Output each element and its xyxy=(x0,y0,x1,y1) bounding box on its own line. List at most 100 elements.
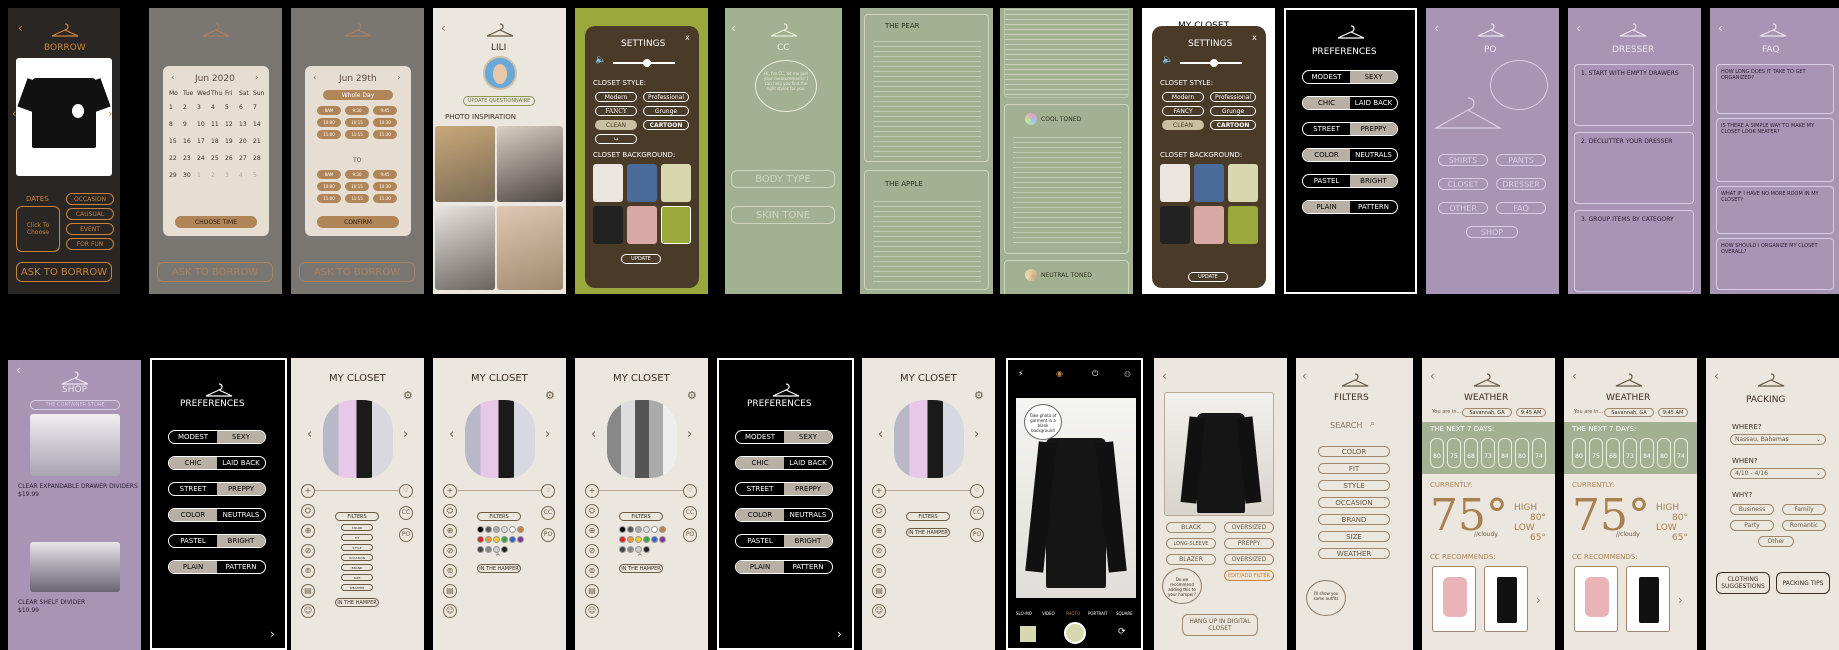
time-slot[interactable]: 11:30 xyxy=(373,130,397,139)
side-icon-r-0[interactable]: ♡ xyxy=(683,484,697,498)
option-right[interactable]: PREPPY xyxy=(217,483,265,495)
filter-option[interactable]: OCCASION xyxy=(1318,497,1390,508)
calendar-day[interactable]: 29 xyxy=(169,172,177,179)
skin-tone-button[interactable]: SKIN TONE xyxy=(731,206,835,224)
forfun-button[interactable]: FOR FUN xyxy=(66,238,114,250)
option-left[interactable]: PASTEL xyxy=(1303,175,1350,187)
color-swatch[interactable] xyxy=(643,536,650,543)
option-right[interactable]: PATTERN xyxy=(1350,201,1397,213)
option-right[interactable]: BRIGHT xyxy=(217,535,265,547)
gear-icon[interactable]: ⚙ xyxy=(545,390,555,401)
preference-toggle[interactable]: MODEST SEXY xyxy=(168,430,266,444)
style-fancy[interactable]: FANCY xyxy=(1162,106,1204,116)
recommend-bottom[interactable] xyxy=(1626,566,1670,632)
preference-toggle[interactable]: PASTEL BRIGHT xyxy=(1302,174,1398,188)
color-swatch[interactable] xyxy=(501,536,508,543)
preference-toggle[interactable]: STREET PREPPY xyxy=(168,482,266,496)
option-left[interactable]: CHIC xyxy=(169,457,217,469)
calendar-day[interactable]: 8 xyxy=(169,121,173,128)
preference-toggle[interactable]: CHIC LAID BACK xyxy=(735,456,833,470)
hamper-button[interactable]: IN THE HAMPER xyxy=(335,598,379,607)
time-slot[interactable]: 10:00 xyxy=(317,118,341,127)
time-slot[interactable]: 9:45 xyxy=(373,170,397,179)
filter-option[interactable]: WEATHER xyxy=(341,584,373,591)
side-icon-0[interactable]: + xyxy=(585,484,599,498)
color-swatch[interactable] xyxy=(627,536,634,543)
warm-card[interactable] xyxy=(1004,8,1129,98)
filter-option[interactable]: COLOR xyxy=(1318,446,1390,457)
causual-button[interactable]: CAUSUAL xyxy=(66,208,114,220)
color-swatch[interactable] xyxy=(619,526,626,533)
dresser-button[interactable]: DRESSER xyxy=(1496,178,1546,190)
calendar-day[interactable]: 4 xyxy=(239,172,243,179)
side-icon-r-2[interactable]: PO xyxy=(399,528,413,542)
time-slot[interactable]: 11:15 xyxy=(345,130,369,139)
option-left[interactable]: COLOR xyxy=(1303,149,1350,161)
calendar-day[interactable]: 17 xyxy=(197,138,205,145)
next-icon[interactable]: › xyxy=(108,108,112,119)
calendar-day[interactable]: 7 xyxy=(253,104,257,111)
ask-to-borrow-button[interactable]: ASK TO BORROW xyxy=(299,262,415,282)
recommend-bottom[interactable] xyxy=(1484,566,1528,632)
close-icon[interactable]: x xyxy=(1252,34,1257,42)
closet-button[interactable]: CLOSET xyxy=(1438,178,1488,190)
time-slot[interactable]: 10:30 xyxy=(373,118,397,127)
thumbnail[interactable] xyxy=(1020,626,1036,642)
volume-slider[interactable] xyxy=(1180,59,1242,67)
calendar-day[interactable]: 16 xyxy=(183,138,191,145)
clothing-rack[interactable] xyxy=(465,400,535,478)
color-swatch[interactable] xyxy=(485,536,492,543)
whole-day-button[interactable]: Whole Day xyxy=(323,90,393,100)
filter-option[interactable]: COLOR xyxy=(341,524,373,531)
back-icon[interactable]: ‹ xyxy=(1434,22,1439,34)
side-icon-r-2[interactable]: PO xyxy=(683,528,697,542)
side-icon-r-2[interactable]: PO xyxy=(541,528,555,542)
side-icon-1[interactable]: ⛭ xyxy=(301,504,315,518)
side-icon-5[interactable]: ▤ xyxy=(872,584,886,598)
option-left[interactable]: STREET xyxy=(736,483,784,495)
neutral-card[interactable]: NEUTRAL TONED xyxy=(1004,260,1129,294)
tag-oversized-2[interactable]: OVERSIZED xyxy=(1224,554,1274,565)
filter-option[interactable]: SIZE xyxy=(341,574,373,581)
next-icon[interactable]: › xyxy=(974,428,979,441)
bg-swatch-pink[interactable] xyxy=(627,206,657,244)
next-icon[interactable]: › xyxy=(270,628,275,640)
style-grunge[interactable]: Grunge xyxy=(1210,106,1256,116)
tag-oversized[interactable]: OVERSIZED xyxy=(1224,522,1274,533)
bg-swatch-denim[interactable] xyxy=(627,164,657,202)
preference-toggle[interactable]: CHIC LAID BACK xyxy=(168,456,266,470)
calendar-day[interactable]: 20 xyxy=(239,138,247,145)
time-slot[interactable]: 11:30 xyxy=(373,194,397,203)
product-image[interactable] xyxy=(30,542,120,592)
calendar-day[interactable]: 4 xyxy=(211,104,215,111)
back-icon[interactable]: ‹ xyxy=(1430,370,1435,382)
calendar-day[interactable]: 19 xyxy=(225,138,233,145)
option-left[interactable]: STREET xyxy=(1303,123,1350,135)
time-slot[interactable]: 9:45 xyxy=(373,106,397,115)
confirm-button[interactable]: CONFIRM xyxy=(317,216,399,228)
faq-button[interactable]: FAQ xyxy=(1496,202,1546,214)
prev-icon[interactable]: ‹ xyxy=(307,428,312,441)
preference-toggle[interactable]: MODEST SEXY xyxy=(735,430,833,444)
filter-option[interactable]: BRAND xyxy=(1318,514,1390,525)
next-day-icon[interactable]: › xyxy=(397,74,401,83)
update-button[interactable]: UPDATE xyxy=(1188,272,1228,282)
ask-to-borrow-button[interactable]: ASK TO BORROW xyxy=(16,262,112,282)
option-left[interactable]: MODEST xyxy=(736,431,784,443)
side-icon-r-1[interactable]: CC xyxy=(970,506,984,520)
option-left[interactable]: MODEST xyxy=(1303,71,1350,83)
preference-toggle[interactable]: PASTEL BRIGHT xyxy=(168,534,266,548)
color-swatch[interactable] xyxy=(643,546,650,553)
calendar-day[interactable]: 22 xyxy=(169,155,177,162)
option-right[interactable]: NEUTRALS xyxy=(784,509,832,521)
color-swatch[interactable] xyxy=(493,536,500,543)
preference-toggle[interactable]: COLOR NEUTRALS xyxy=(168,508,266,522)
option-left[interactable]: PLAIN xyxy=(1303,201,1350,213)
prev-icon[interactable]: ‹ xyxy=(591,428,596,441)
filters-button[interactable]: FILTERS xyxy=(477,512,521,521)
search-icon[interactable]: ⌕ xyxy=(1370,420,1375,429)
option-right[interactable]: NEUTRALS xyxy=(1350,149,1397,161)
option-left[interactable]: COLOR xyxy=(169,509,217,521)
time-slot[interactable]: 8AM xyxy=(317,170,341,179)
side-icon-6[interactable]: ☺ xyxy=(443,604,457,618)
